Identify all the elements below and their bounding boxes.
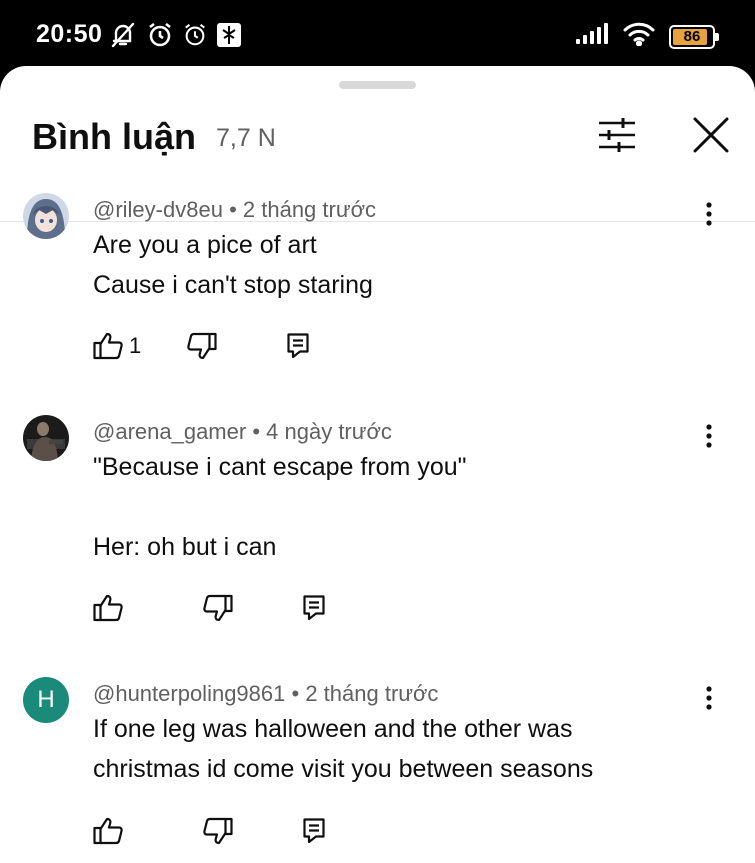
close-button[interactable] [686,110,736,160]
comment-count: 7,7 N [216,124,276,152]
comment-line: Are you a pice of art [93,231,317,259]
reply-button[interactable] [303,595,325,621]
comment-more-button[interactable] [694,416,724,456]
comment-text: "Because i cant escape from you" Her: oh… [93,447,467,567]
reply-button[interactable] [287,333,309,359]
avatar[interactable] [23,415,69,461]
comment-actions: 1 [93,328,309,364]
comment-more-button[interactable] [694,194,724,234]
cell-signal-icon [575,23,609,50]
comment-line [93,487,467,527]
more-vertical-icon [706,424,712,448]
comment-time: 2 tháng trước [305,681,439,706]
more-vertical-icon [706,686,712,710]
notifications-muted-icon [108,20,138,55]
comment-actions [93,590,325,626]
app-notification-icon [216,22,242,53]
comment-time: 4 ngày trước [266,419,392,444]
reply-button[interactable] [303,818,325,844]
alarm-icon [146,21,174,54]
thumbs-up-icon [93,332,123,360]
thumbs-down-icon [203,594,233,622]
comment-author[interactable]: @riley-dv8eu [93,197,223,222]
battery-level: 86 [683,28,701,45]
comment-text: Are you a pice of art Cause i can't stop… [93,225,373,305]
reply-icon [303,595,325,621]
page-title: Bình luận [32,116,196,157]
like-button[interactable] [93,594,129,622]
avatar[interactable] [23,193,69,239]
meta-separator: • [229,197,237,222]
filter-icon [599,118,635,152]
comment-meta: @riley-dv8eu • 2 tháng trước [93,197,376,223]
meta-separator: • [252,419,261,444]
comment-actions [93,813,325,849]
like-count: 1 [129,333,142,358]
dislike-button[interactable] [203,594,233,622]
comment-line: If one leg was halloween and the other w… [93,715,573,743]
more-vertical-icon [706,202,712,226]
comment-line: Her: oh but i can [93,533,277,561]
alarm-icon [182,22,208,53]
comment-more-button[interactable] [694,678,724,718]
comments-header: Bình luận 7,7 N [0,106,755,222]
comment-text: If one leg was halloween and the other w… [93,709,593,789]
close-icon [693,117,729,153]
drag-handle[interactable] [339,81,416,89]
status-time: 20:50 [36,20,103,48]
status-bar: 20:50 86 [0,0,755,70]
status-icons-left [108,20,242,55]
meta-separator: • [291,681,300,706]
sort-filter-button[interactable] [592,110,642,160]
dislike-button[interactable] [203,817,233,845]
like-button[interactable] [93,817,129,845]
battery-tip [715,32,719,41]
avatar[interactable]: H [23,677,69,723]
status-icons-right: 86 [575,22,719,51]
thumbs-down-icon [203,817,233,845]
comment-line: Cause i can't stop staring [93,271,373,299]
comment-meta: @hunterpoling9861 • 2 tháng trước [93,681,438,707]
thumbs-up-icon [93,817,123,845]
like-button[interactable]: 1 [93,332,141,360]
wifi-icon [623,22,655,51]
battery-icon: 86 [669,24,719,49]
avatar-letter: H [37,686,55,713]
thumbs-up-icon [93,594,123,622]
reply-icon [303,818,325,844]
comments-sheet: Bình luận 7,7 N @riley-dv8eu • 2 tháng t… [0,66,755,863]
comment-line: "Because i cant escape from you" [93,453,467,481]
dislike-button[interactable] [187,332,217,360]
comment-author[interactable]: @hunterpoling9861 [93,681,285,706]
thumbs-down-icon [187,332,217,360]
comment-author[interactable]: @arena_gamer [93,419,246,444]
comment-meta: @arena_gamer • 4 ngày trước [93,419,392,445]
comment-line: christmas id come visit you between seas… [93,755,594,783]
comment-time: 2 tháng trước [242,197,376,222]
reply-icon [287,333,309,359]
